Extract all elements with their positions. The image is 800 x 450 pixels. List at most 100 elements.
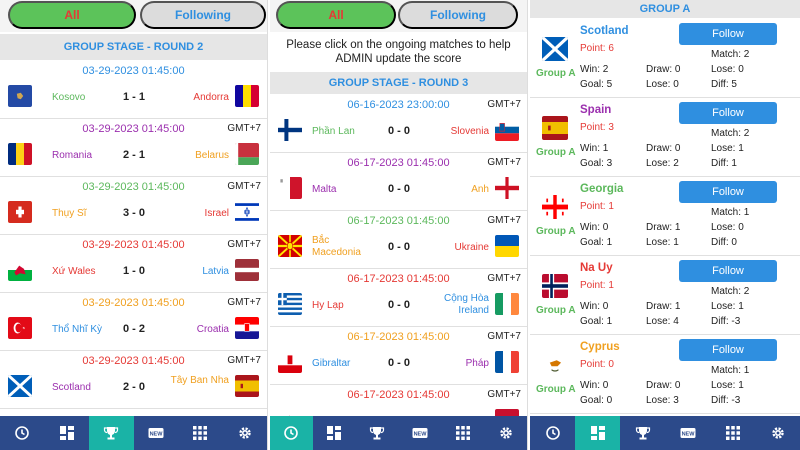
new-icon: NEW — [680, 425, 696, 441]
tab-following[interactable]: Following — [140, 1, 266, 29]
match-datetime: 03-29-2023 01:45:00 — [82, 65, 185, 77]
follow-button[interactable]: Follow — [679, 181, 777, 203]
stat-diff: Diff: -3 — [711, 316, 741, 327]
follow-button[interactable]: Follow — [679, 102, 777, 124]
match-row[interactable]: 03-29-2023 01:45:00 GMT+7 Xứ Wales 1 - 0 Lat… — [0, 235, 267, 293]
stat-win: Win: 0 — [580, 380, 609, 391]
team-name: Na Uy — [580, 262, 613, 274]
match-row[interactable]: 06-17-2023 01:45:00 GMT+7 Hy Lạp 0 - 0 Cộng … — [270, 269, 527, 327]
nav-trophy-button[interactable] — [620, 416, 665, 450]
tab-all[interactable]: All — [8, 1, 136, 29]
match-row[interactable]: 03-29-2023 01:45:00 GMT+7 Thổ Nhĩ Kỳ 0 - 2C… — [0, 293, 267, 351]
nav-dashboard-button[interactable] — [575, 416, 620, 450]
away-team-name: Slovenia — [450, 126, 489, 137]
bottom-nav: NEW — [530, 416, 800, 450]
match-score: 1 - 1 — [122, 91, 145, 103]
home-flag-icon — [8, 259, 32, 281]
nav-grid-button[interactable] — [710, 416, 755, 450]
svg-text:NEW: NEW — [413, 431, 427, 437]
stat-goal: Goal: 5 — [580, 79, 613, 90]
home-flag-icon — [278, 235, 302, 257]
away-team-name: Andorra — [193, 92, 229, 103]
nav-grid-button[interactable] — [441, 416, 484, 450]
team-name: Georgia — [580, 183, 624, 195]
stat-lose: Lose: 1 — [711, 143, 744, 154]
match-row[interactable]: 03-29-2023 01:45:00 GMT+7 Scotland 2 - 0 Tây… — [0, 351, 267, 409]
home-flag-icon — [8, 143, 32, 165]
tab-all[interactable]: All — [276, 1, 396, 29]
team-group-label: Group A — [536, 226, 576, 237]
stat-match: Match: 2 — [711, 286, 750, 297]
match-timezone: GMT+7 — [487, 157, 521, 168]
stat-diff: Diff: 5 — [711, 79, 737, 90]
team-group-label: Group A — [536, 384, 576, 395]
nav-gear-button[interactable] — [223, 416, 268, 450]
team-group-label: Group A — [536, 68, 576, 79]
away-team-name: Croatia — [196, 324, 229, 335]
home-team-name: Bắc Macedonia — [312, 235, 361, 258]
team-name: Cyprus — [580, 341, 620, 353]
nav-dashboard-button[interactable] — [313, 416, 356, 450]
dashboard-icon — [326, 425, 342, 441]
away-flag-icon — [495, 119, 519, 141]
team-flag-icon — [542, 353, 568, 377]
nav-dashboard-button[interactable] — [45, 416, 90, 450]
nav-trophy-button[interactable] — [89, 416, 134, 450]
nav-clock-button[interactable] — [0, 416, 45, 450]
stat-diff: Diff: 0 — [711, 237, 737, 248]
admin-notice: Please click on the ongoing matches to h… — [286, 39, 511, 65]
match-timezone: GMT+7 — [227, 297, 261, 308]
away-flag-icon — [235, 143, 259, 165]
team-points: Point: 0 — [580, 359, 614, 370]
stat-win: Win: 1 — [580, 143, 609, 154]
stat-lose: Lose: 1 — [711, 380, 744, 391]
match-row[interactable]: 06-16-2023 23:00:00 GMT+7 Phần Lan 0 - 0 Slo… — [270, 95, 527, 153]
nav-new-button[interactable]: NEW — [134, 416, 179, 450]
stat-lose: Lose: 0 — [711, 64, 744, 75]
stat-draw: Draw: 0 — [646, 143, 681, 154]
team-name: Spain — [580, 104, 612, 116]
match-row[interactable]: 03-29-2023 01:45:00 GMT+7 Romania 2 - 1 Bela… — [0, 119, 267, 177]
panel-group-a: GROUP A Group A Scotland Point: 6 Follow Mat… — [530, 0, 800, 450]
tab-following[interactable]: Following — [398, 1, 518, 29]
match-row[interactable]: 03-29-2023 01:45:00 Kosovo 1 - 1 Andorra — [0, 61, 267, 119]
match-timezone: GMT+7 — [487, 389, 521, 400]
stat-goal: Goal: 1 — [580, 237, 613, 248]
nav-trophy-button[interactable] — [356, 416, 399, 450]
home-flag-icon — [8, 201, 32, 223]
follow-button[interactable]: Follow — [679, 260, 777, 282]
stat-goals-against: Lose: 2 — [646, 158, 679, 169]
stat-goal: Goal: 0 — [580, 395, 613, 406]
team-points: Point: 3 — [580, 122, 614, 133]
nav-clock-button[interactable] — [530, 416, 575, 450]
match-row[interactable]: 06-17-2023 01:45:00 GMT+7 Malta 0 - 0 Anh — [270, 153, 527, 211]
stat-goal: Goal: 1 — [580, 316, 613, 327]
stat-goals-against: Lose: 1 — [646, 237, 679, 248]
stat-draw: Draw: 1 — [646, 301, 681, 312]
clock-icon — [545, 425, 561, 441]
home-team-name: Phần Lan — [312, 126, 355, 137]
grid-icon — [455, 425, 471, 441]
home-flag-icon — [278, 293, 302, 315]
away-flag-icon — [495, 293, 519, 315]
match-row[interactable]: 06-17-2023 01:45:00 GMT+7 Bắc Macedonia 0 -… — [270, 211, 527, 269]
follow-button[interactable]: Follow — [679, 339, 777, 361]
match-row[interactable]: 03-29-2023 01:45:00 GMT+7 Thụy Sĩ 3 - 0 Isra… — [0, 177, 267, 235]
nav-new-button[interactable]: NEW — [665, 416, 710, 450]
nav-clock-button[interactable] — [270, 416, 313, 450]
new-icon: NEW — [148, 425, 164, 441]
filter-tabs: All Following — [0, 0, 267, 32]
nav-new-button[interactable]: NEW — [398, 416, 441, 450]
nav-grid-button[interactable] — [178, 416, 223, 450]
home-flag-icon — [278, 177, 302, 199]
away-team-name: Cộng Hòa Ireland — [443, 293, 489, 316]
svg-text:NEW: NEW — [681, 431, 695, 437]
follow-button[interactable]: Follow — [679, 23, 777, 45]
match-timezone: GMT+7 — [487, 99, 521, 110]
match-timezone: GMT+7 — [227, 355, 261, 366]
team-flag-icon — [542, 274, 568, 298]
stat-lose: Lose: 0 — [711, 222, 744, 233]
nav-gear-button[interactable] — [484, 416, 527, 450]
nav-gear-button[interactable] — [755, 416, 800, 450]
match-row[interactable]: 06-17-2023 01:45:00 GMT+7 Gibraltar 0 - 0 Ph… — [270, 327, 527, 385]
